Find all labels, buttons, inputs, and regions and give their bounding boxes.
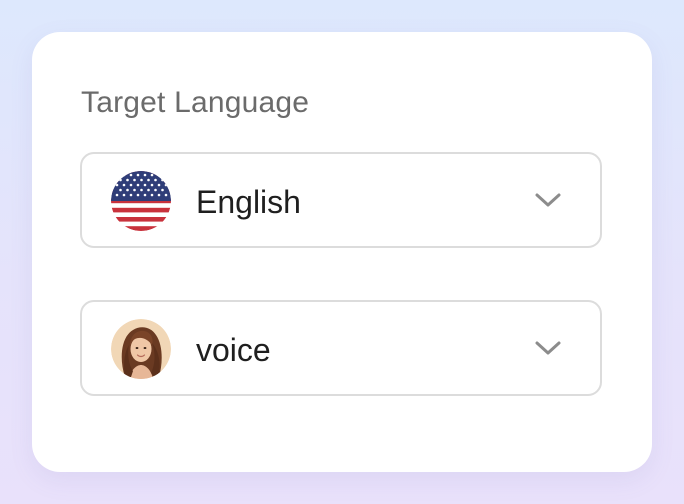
section-title: Target Language [81,86,310,119]
app-frame: Target Language English voice [0,0,684,504]
voice-select-value: voice [196,332,271,368]
woman-avatar [111,319,171,379]
chevron-down-icon [535,193,561,207]
language-settings-card: Target Language English voice [32,32,652,472]
us-flag-icon [111,171,171,231]
language-select[interactable]: English [80,152,602,248]
language-select-value: English [196,184,301,220]
voice-select[interactable]: voice [80,300,602,396]
chevron-down-icon [535,341,561,355]
